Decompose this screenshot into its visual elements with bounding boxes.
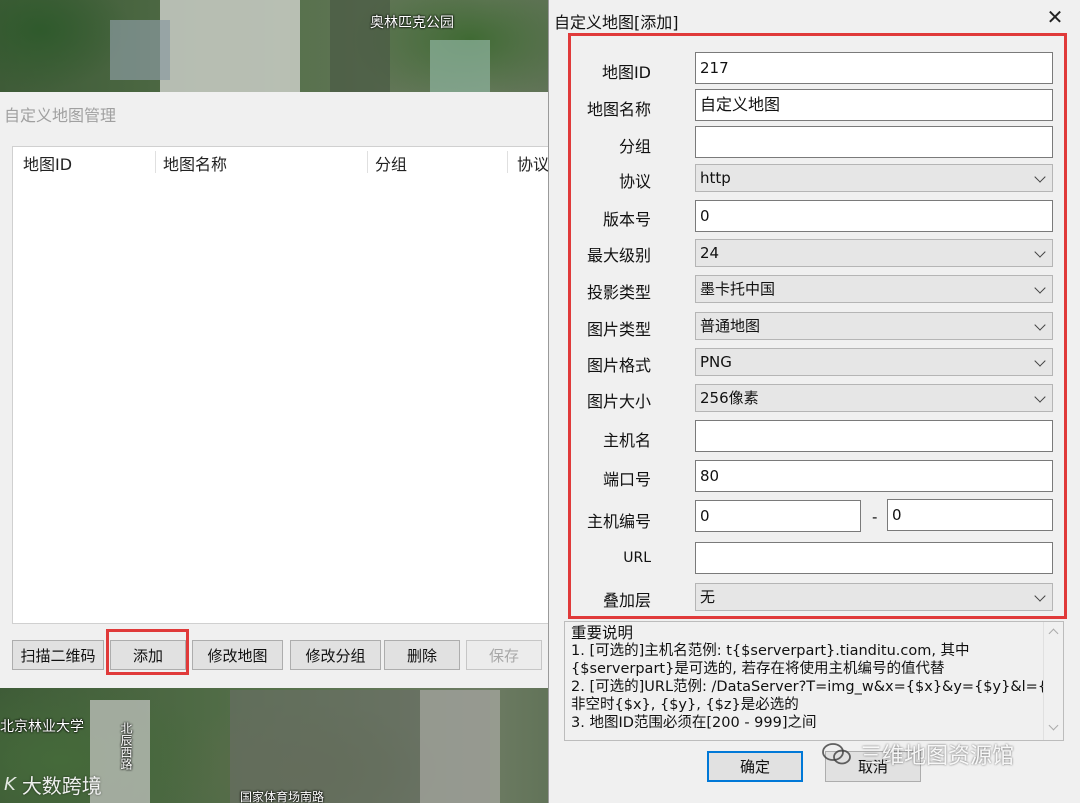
map-area (110, 20, 170, 80)
ok-button[interactable]: 确定 (707, 751, 803, 782)
port-field[interactable]: 80 (695, 460, 1053, 492)
add-button-highlight (106, 629, 189, 675)
map-name-field[interactable]: 自定义地图 (695, 89, 1053, 121)
column-header-group[interactable]: 分组 (375, 151, 407, 175)
host-no-to-field[interactable]: 0 (887, 499, 1053, 531)
watermark-right: 三维地图资源馆 (822, 738, 1014, 770)
map-label: 北京林业大学 (0, 719, 84, 735)
column-header-map-id[interactable]: 地图ID (23, 151, 72, 175)
chevron-down-icon (1034, 590, 1046, 602)
projection-select[interactable]: 墨卡托中国 (695, 275, 1053, 303)
image-format-label: 图片格式 (586, 356, 651, 375)
version-field[interactable]: 0 (695, 200, 1053, 232)
version-label: 版本号 (602, 210, 651, 229)
chevron-down-icon (1034, 319, 1046, 331)
group-label: 分组 (618, 137, 651, 156)
map-manager-window: 自定义地图管理 地图ID 地图名称 分组 协议 扫描二维码 添加 修改地图 修改… (0, 92, 552, 688)
protocol-label: 协议 (618, 172, 651, 191)
scroll-up-icon[interactable] (1048, 628, 1059, 639)
notes-line: 重要说明 (571, 624, 634, 642)
image-format-value: PNG (700, 353, 732, 371)
dialog-title: 自定义地图[添加] (554, 13, 679, 32)
notes-line: 非空时{$x}, {$y}, {$z}是必选的 (571, 697, 799, 713)
scroll-down-icon[interactable] (1048, 720, 1059, 731)
window-title: 自定义地图管理 (4, 106, 117, 125)
map-area (160, 0, 300, 92)
map-label: 国家体育场南路 (240, 790, 325, 803)
image-size-label: 图片大小 (586, 392, 651, 411)
watermark-logo: K (4, 774, 16, 795)
map-area (420, 690, 500, 803)
host-no-from-field[interactable]: 0 (695, 500, 861, 532)
max-level-value: 24 (700, 244, 720, 262)
image-type-value: 普通地图 (700, 317, 761, 335)
delete-button[interactable]: 删除 (384, 640, 460, 670)
overlay-value: 无 (700, 588, 716, 606)
map-id-field[interactable]: 217 (695, 52, 1053, 84)
image-size-value: 256像素 (700, 389, 759, 407)
image-type-label: 图片类型 (586, 320, 651, 339)
chevron-down-icon (1034, 355, 1046, 367)
map-id-label: 地图ID (601, 63, 651, 82)
chevron-down-icon (1034, 282, 1046, 294)
wechat-icon (822, 742, 852, 766)
map-area (430, 40, 490, 92)
max-level-label: 最大级别 (586, 246, 651, 265)
host-field[interactable] (695, 420, 1053, 452)
watermark-text: 三维地图资源馆 (860, 744, 1015, 769)
host-no-label: 主机编号 (586, 512, 651, 531)
column-separator (507, 151, 508, 173)
overlay-select[interactable]: 无 (695, 583, 1053, 611)
add-map-dialog: 自定义地图[添加] ✕ 地图ID 217 地图名称 自定义地图 分组 协议 ht… (548, 0, 1080, 803)
chevron-down-icon (1034, 391, 1046, 403)
group-field[interactable] (695, 126, 1053, 158)
chevron-down-icon (1034, 246, 1046, 258)
map-label: 奥林匹克公园 (370, 15, 454, 31)
notes-line: 1. [可选的]主机名范例: t{$serverpart}.tianditu.c… (571, 643, 970, 659)
save-button[interactable]: 保存 (466, 640, 542, 670)
notes-line: {$serverpart}是可选的, 若存在将使用主机编号的值代替 (571, 661, 945, 677)
notes-line: 2. [可选的]URL范例: /DataServer?T=img_w&x={$x… (571, 679, 1064, 695)
url-label: URL (623, 550, 651, 566)
protocol-select[interactable]: http (695, 164, 1053, 192)
host-label: 主机名 (602, 431, 651, 450)
notes-line: 3. 地图ID范围必须在[200 - 999]之间 (571, 715, 817, 731)
chevron-down-icon (1034, 171, 1046, 183)
column-separator (155, 151, 156, 173)
column-separator (367, 151, 368, 173)
map-label: 北辰西路 (119, 722, 133, 770)
host-no-separator: - (872, 508, 878, 526)
image-type-select[interactable]: 普通地图 (695, 312, 1053, 340)
column-header-map-name[interactable]: 地图名称 (163, 151, 227, 175)
edit-group-button[interactable]: 修改分组 (290, 640, 381, 670)
close-icon[interactable]: ✕ (1043, 6, 1067, 30)
image-size-select[interactable]: 256像素 (695, 384, 1053, 412)
form-highlight-box: 地图ID 217 地图名称 自定义地图 分组 协议 http 版本号 0 最大级… (568, 33, 1067, 619)
notes-panel[interactable]: 重要说明 1. [可选的]主机名范例: t{$serverpart}.tiand… (564, 621, 1064, 741)
scan-qr-button[interactable]: 扫描二维码 (12, 640, 104, 670)
map-list[interactable]: 地图ID 地图名称 分组 协议 (12, 146, 552, 624)
max-level-select[interactable]: 24 (695, 239, 1053, 267)
column-header-protocol[interactable]: 协议 (517, 151, 549, 175)
image-format-select[interactable]: PNG (695, 348, 1053, 376)
map-name-label: 地图名称 (586, 100, 651, 119)
edit-map-button[interactable]: 修改地图 (192, 640, 283, 670)
notes-scrollbar[interactable] (1043, 622, 1063, 740)
watermark-text: 大数跨境 (21, 774, 102, 798)
protocol-value: http (700, 169, 731, 187)
port-label: 端口号 (602, 470, 651, 489)
overlay-label: 叠加层 (602, 591, 651, 610)
url-field[interactable] (695, 542, 1053, 574)
projection-label: 投影类型 (586, 283, 651, 302)
projection-value: 墨卡托中国 (700, 280, 776, 298)
watermark-left: K 大数跨境 (4, 770, 102, 799)
